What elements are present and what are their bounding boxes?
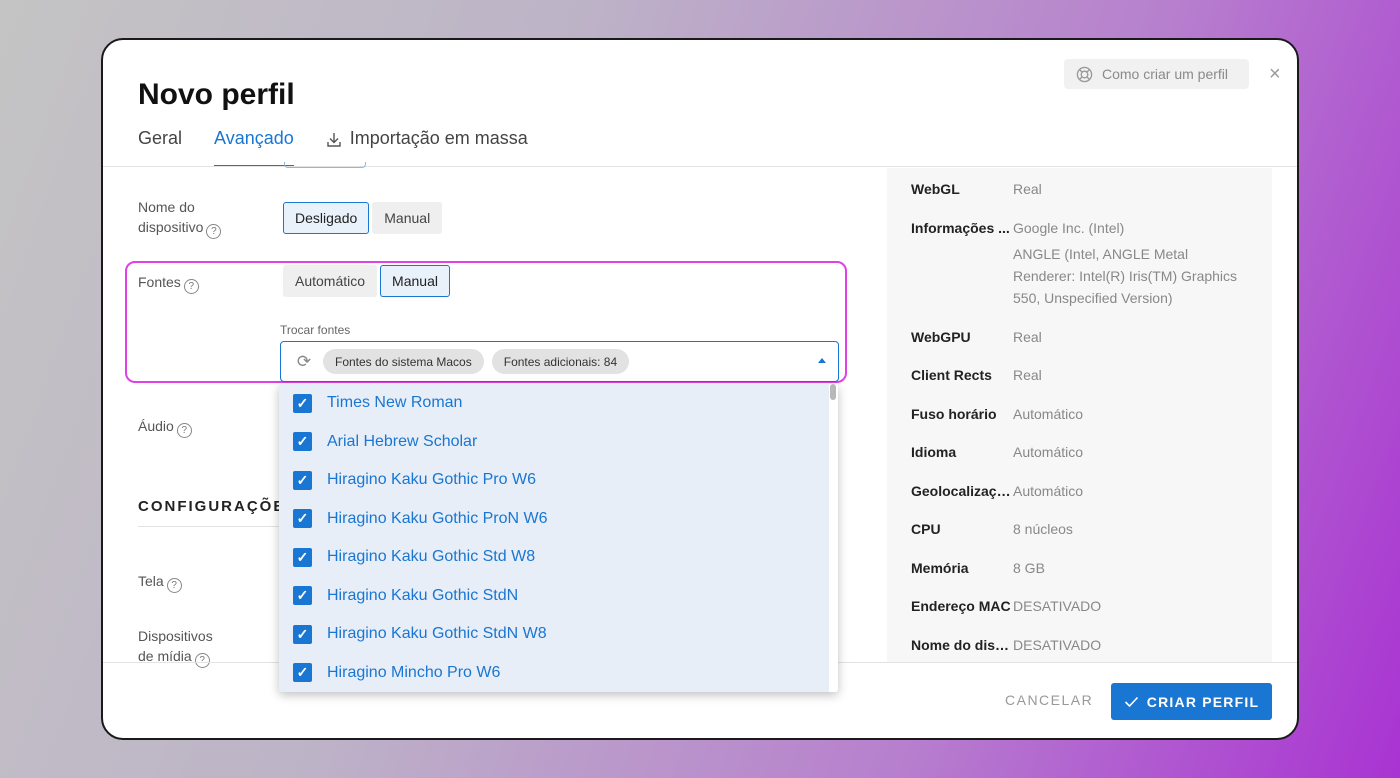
summary-key: Informações ... [911, 220, 1010, 236]
font-option-label: Hiragino Kaku Gothic Std W8 [327, 548, 536, 566]
font-option-label: Hiragino Kaku Gothic ProN W6 [327, 509, 548, 527]
font-option[interactable]: ✓ Hiragino Kaku Gothic StdN [279, 576, 829, 615]
device-name-label-line2: dispositivo [138, 219, 204, 235]
summary-value: 8 GB [1013, 560, 1045, 576]
summary-value: Real [1013, 181, 1042, 197]
close-icon[interactable]: × [1269, 64, 1281, 84]
device-name-label-line1: Nome do [138, 199, 195, 215]
help-icon[interactable]: ? [176, 423, 192, 438]
refresh-icon[interactable]: ⟳ [293, 352, 315, 372]
summary-value: Real [1013, 329, 1042, 345]
caret-up-icon[interactable] [818, 358, 826, 363]
checkbox-checked-icon[interactable]: ✓ [293, 470, 312, 490]
summary-value: 8 núcleos [1013, 521, 1073, 537]
font-option[interactable]: ✓ Hiragino Mincho Pro W6 [279, 653, 829, 692]
summary-value: Automático [1013, 406, 1084, 422]
font-option-label: Hiragino Kaku Gothic Pro W6 [327, 471, 536, 489]
media-label-line1: Dispositivos [138, 628, 213, 644]
summary-key: Geolocalização [911, 483, 1011, 499]
create-profile-button[interactable]: CRIAR PERFIL [1111, 683, 1272, 720]
summary-value: Google Inc. (Intel) [1013, 220, 1125, 236]
font-option-list: ✓ Times New Roman ✓ Arial Hebrew Scholar ✓… [279, 384, 829, 692]
tab-importacao-label: Importação em massa [349, 128, 528, 148]
summary-key: Memória [911, 560, 969, 576]
fonts-label-text: Fontes [138, 274, 181, 290]
lifebuoy-icon [1076, 66, 1093, 82]
font-option-label: Arial Hebrew Scholar [327, 432, 478, 450]
help-icon[interactable]: ? [183, 279, 199, 294]
summary-value: DESATIVADO [1013, 598, 1102, 614]
font-option-label: Times New Roman [327, 394, 463, 412]
font-option-label: Hiragino Mincho Pro W6 [327, 663, 501, 681]
summary-value: Automático [1013, 444, 1084, 460]
tab-geral[interactable]: Geral [138, 128, 182, 168]
tabs-divider [103, 166, 1297, 167]
help-icon[interactable]: ? [194, 653, 210, 668]
audio-label: Áudio? [138, 416, 192, 438]
font-option[interactable]: ✓ Hiragino Kaku Gothic Std W8 [279, 538, 829, 577]
font-option[interactable]: ✓ Hiragino Kaku Gothic Pro W6 [279, 461, 829, 500]
fonts-toggle: Automático Manual [283, 265, 450, 297]
font-option[interactable]: ✓ Times New Roman [279, 384, 829, 423]
device-name-label: Nome do dispositivo? [138, 197, 222, 239]
tab-geral-label: Geral [138, 128, 183, 148]
cancel-button[interactable]: CANCELAR [1005, 692, 1093, 708]
tab-avancado[interactable]: Avançado [214, 128, 294, 168]
download-icon [327, 133, 341, 147]
screen-label: Tela? [138, 571, 182, 593]
summary-value: Automático [1013, 483, 1084, 499]
check-icon [1124, 696, 1138, 707]
section-title: CONFIGURAÇÕES [138, 498, 298, 515]
checkbox-checked-icon[interactable]: ✓ [293, 624, 312, 644]
section-divider [138, 526, 288, 527]
font-option-label: Hiragino Kaku Gothic StdN [327, 586, 519, 604]
checkbox-checked-icon[interactable]: ✓ [293, 509, 312, 529]
summary-value: DESATIVADO [1013, 637, 1102, 653]
tab-avancado-label: Avançado [214, 128, 294, 148]
help-label: Como criar um perfil [1102, 66, 1229, 82]
scrollbar-thumb[interactable] [830, 384, 836, 400]
summary-key: Idioma [911, 444, 957, 460]
checkbox-checked-icon[interactable]: ✓ [293, 393, 312, 413]
create-profile-label: CRIAR PERFIL [1146, 693, 1260, 710]
fonts-manual-button[interactable]: Manual [380, 265, 450, 297]
fonts-dropdown: ✓ Times New Roman ✓ Arial Hebrew Scholar ✓… [279, 384, 838, 692]
help-icon[interactable]: ? [166, 578, 182, 593]
font-option[interactable]: ✓ Hiragino Kaku Gothic ProN W6 [279, 499, 829, 538]
fonts-label: Fontes? [138, 272, 199, 294]
font-option-label: Hiragino Kaku Gothic StdN W8 [327, 625, 547, 643]
summary-key: Client Rects [911, 367, 992, 383]
summary-key: Endereço MAC [911, 598, 1011, 614]
font-chip-additional[interactable]: Fontes adicionais: 84 [491, 349, 630, 374]
help-icon[interactable]: ? [206, 224, 222, 239]
checkbox-checked-icon[interactable]: ✓ [293, 663, 312, 683]
dialog-title: Novo perfil [138, 78, 295, 111]
summary-key: WebGPU [911, 329, 971, 345]
font-chip-system[interactable]: Fontes do sistema Macos [323, 349, 484, 374]
profile-summary-panel: WebGL Real Informações ... Google Inc. (In… [887, 168, 1272, 662]
fonts-auto-button[interactable]: Automático [283, 265, 378, 297]
checkbox-checked-icon[interactable]: ✓ [293, 586, 312, 606]
checkbox-checked-icon[interactable]: ✓ [293, 432, 312, 452]
device-name-manual-button[interactable]: Manual [372, 202, 443, 234]
summary-key: WebGL [911, 181, 960, 197]
summary-key: Nome do disp... [911, 637, 1011, 653]
dropdown-scrollbar[interactable] [829, 384, 838, 692]
font-option[interactable]: ✓ Hiragino Kaku Gothic StdN W8 [279, 615, 829, 654]
device-name-toggle: Desligado Manual [283, 202, 443, 234]
summary-value: ANGLE (Intel, ANGLE Metal Renderer: Inte… [1013, 246, 1238, 306]
how-to-create-profile-button[interactable]: Como criar um perfil [1064, 59, 1249, 89]
scrolled-control-edge [284, 162, 366, 168]
audio-label-text: Áudio [138, 418, 174, 434]
summary-key: Fuso horário [911, 406, 997, 422]
device-name-off-button[interactable]: Desligado [283, 202, 370, 234]
checkbox-checked-icon[interactable]: ✓ [293, 547, 312, 567]
summary-key: CPU [911, 521, 941, 537]
fonts-select[interactable]: ⟳ Fontes do sistema Macos Fontes adicion… [280, 341, 839, 382]
summary-value: Real [1013, 367, 1042, 383]
screen-label-text: Tela [138, 573, 164, 589]
swap-fonts-label: Trocar fontes [280, 323, 351, 337]
font-option[interactable]: ✓ Arial Hebrew Scholar [279, 422, 829, 461]
